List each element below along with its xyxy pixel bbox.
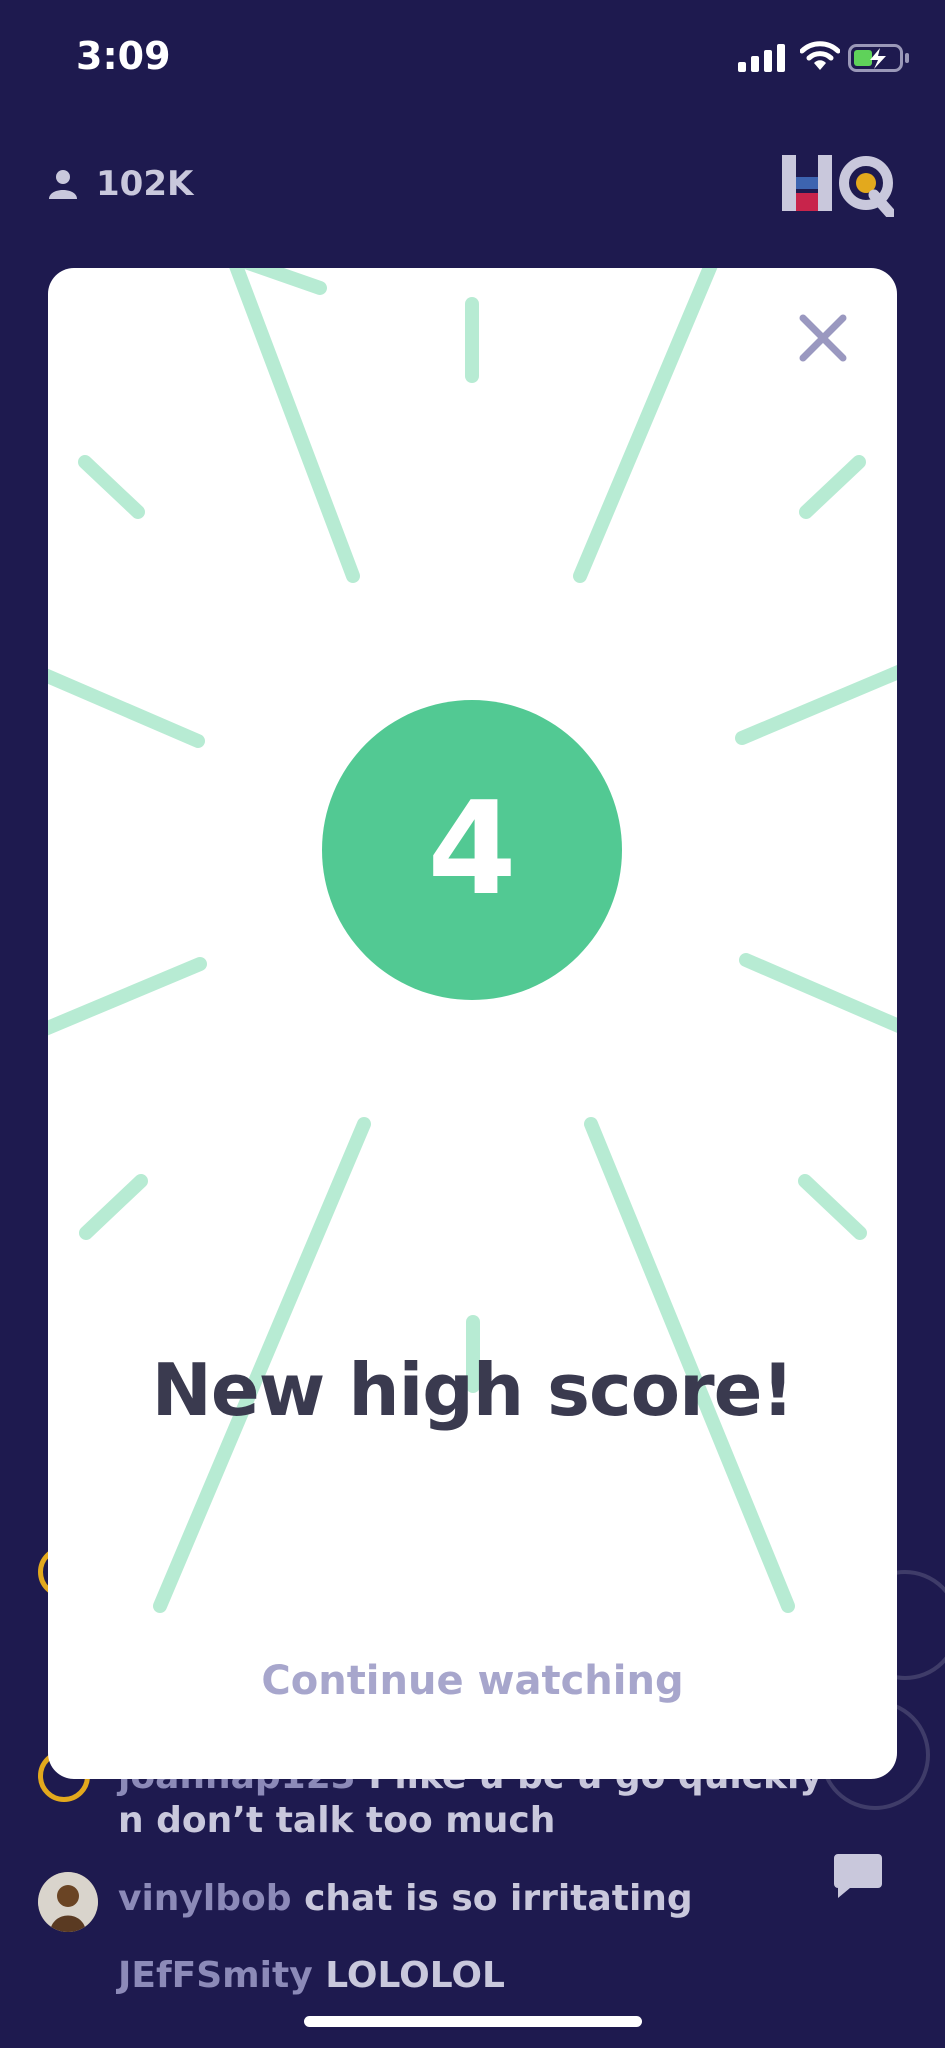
viewer-count-label: 102K (96, 164, 194, 204)
wifi-icon (800, 41, 840, 70)
score-badge: 4 (322, 700, 622, 1000)
score-value: 4 (427, 775, 517, 924)
person-icon (49, 170, 77, 199)
avatar-image (38, 1872, 98, 1932)
status-time: 3:09 (76, 34, 171, 78)
chat-username: JEfFSmity (118, 1955, 313, 1996)
status-bar: 3:09 (0, 0, 945, 110)
close-icon[interactable] (793, 308, 853, 368)
chat-message: JEfFSmity LOLOLOL (118, 1955, 505, 1996)
chat-username: vinylbob (118, 1878, 292, 1919)
chat-bubble-icon[interactable] (832, 1852, 884, 1900)
cellular-signal-icon (738, 44, 785, 72)
high-score-modal: 4 New high score! Continue watching (48, 268, 897, 1779)
chat-message: n don’t talk too much (118, 1800, 555, 1841)
home-indicator[interactable] (304, 2016, 642, 2027)
battery-charging-icon (848, 44, 909, 72)
avatar (38, 1872, 98, 1932)
chat-text: LOLOLOL (325, 1955, 505, 1996)
continue-watching-button[interactable]: Continue watching (48, 1658, 897, 1704)
high-score-title: New high score! (151, 1348, 795, 1432)
viewer-count: 102K (48, 164, 193, 204)
chat-text: n don’t talk too much (118, 1800, 556, 1841)
hq-logo-icon (782, 155, 894, 217)
chat-message: vinylbob chat is so irritating (118, 1878, 693, 1919)
chat-text: chat is so irritating (304, 1878, 693, 1919)
celebration-rays (48, 268, 897, 1613)
